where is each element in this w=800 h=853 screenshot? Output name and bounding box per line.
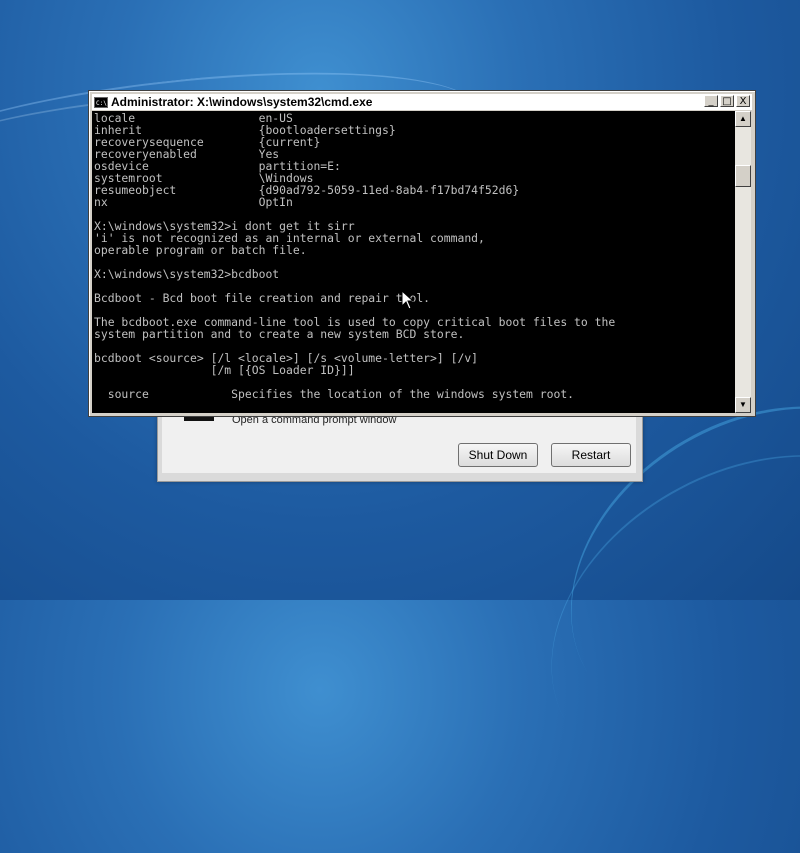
window-title: Administrator: X:\windows\system32\cmd.e… [111,95,373,109]
restart-button[interactable]: Restart [551,443,631,467]
console-text: locale en-US inherit {bootloadersettings… [92,111,735,400]
console-line: source Specifies the location of the win… [107,387,575,401]
close-button[interactable]: X [736,95,750,107]
console-line: system partition and to create a new sys… [94,327,465,341]
console-line: [/m [{OS Loader ID}]] [210,363,355,377]
scroll-up-icon[interactable]: ▲ [735,111,751,127]
minimize-button[interactable]: _ [704,95,718,107]
console-output[interactable]: locale en-US inherit {bootloadersettings… [92,111,735,413]
console-line: Bcdboot - Bcd boot file creation and rep… [94,291,431,305]
mouse-pointer-icon [401,290,415,310]
title-bar[interactable]: C:\ Administrator: X:\windows\system32\c… [92,94,752,110]
console-line: nx OptIn [94,195,293,209]
cmd-window: C:\ Administrator: X:\windows\system32\c… [88,90,756,417]
scroll-down-icon[interactable]: ▼ [735,397,751,413]
shut-down-button[interactable]: Shut Down [458,443,538,467]
console-line: operable program or batch file. [94,243,307,257]
cmd-app-icon[interactable]: C:\ [94,96,108,108]
console-line: X:\windows\system32>bcdboot [94,267,280,281]
scroll-thumb[interactable] [735,165,751,187]
vertical-scrollbar[interactable]: ▲ ▼ [735,111,751,413]
window-controls: _ □ X [704,95,750,107]
maximize-button[interactable]: □ [720,95,734,107]
command-prompt-icon [184,417,214,421]
